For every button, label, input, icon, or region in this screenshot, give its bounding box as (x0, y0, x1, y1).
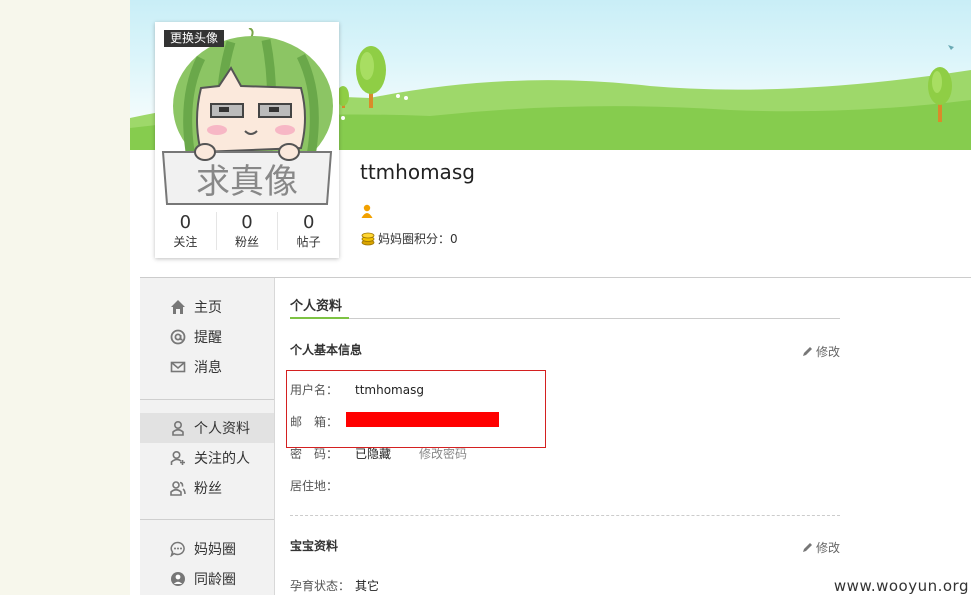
residence-row: 居住地： (290, 477, 355, 494)
residence-label: 居住地： (290, 479, 339, 493)
basic-info-title: 个人基本信息 (290, 343, 363, 357)
at-icon (170, 329, 186, 345)
avatar-card: 求真像 更换头像 0 关注 0 粉丝 0 帖子 (155, 22, 339, 258)
baby-info-title: 宝宝资料 (290, 539, 339, 553)
pencil-icon (802, 347, 812, 356)
sidebar-item-label: 同龄圈 (194, 572, 236, 588)
edit-label: 修改 (815, 345, 840, 359)
pregnancy-row: 孕育状态： 其它 (290, 577, 379, 594)
tab-underline (290, 318, 840, 319)
edit-label: 修改 (815, 541, 840, 555)
points-label: 妈妈圈积分： (378, 232, 451, 246)
person-add-icon (170, 450, 185, 465)
tab-profile[interactable]: 个人资料 (290, 295, 342, 314)
sidebar-item-alerts[interactable]: 提醒 (140, 322, 274, 352)
stat-following-label: 关注 (173, 235, 198, 249)
profile-page: 求真像 更换头像 0 关注 0 粉丝 0 帖子 ttmhomasg 妈妈圈积分：… (130, 0, 971, 595)
person-icon (172, 420, 184, 436)
username-row: 用户名： ttmhomasg (290, 381, 424, 398)
stat-fans-count: 0 (241, 212, 253, 233)
nav-divider (140, 399, 274, 400)
password-row: 密 码： 已隐藏 修改密码 (290, 445, 467, 462)
pregnancy-label: 孕育状态： (290, 579, 351, 593)
username-label: 用户名： (290, 383, 339, 397)
sidebar-item-fans[interactable]: 粉丝 (140, 473, 274, 503)
watermark: www.wooyun.org (833, 577, 969, 595)
watermelon-avatar-image: 求真像 (161, 28, 333, 210)
points-info: 妈妈圈积分： 0 (361, 230, 458, 247)
sidebar-item-home[interactable]: 主页 (140, 292, 274, 322)
password-label: 密 码： (290, 447, 339, 461)
tab-active-indicator (290, 317, 349, 319)
sidebar-item-label: 关注的人 (194, 451, 250, 467)
profile-content: 个人资料 个人基本信息 修改 用户名： ttmhomasg 邮 箱： 密 码： 已隐… (286, 278, 840, 595)
sidebar-item-label: 粉丝 (194, 481, 222, 497)
password-value: 已隐藏 (355, 447, 392, 461)
stat-following-count: 0 (179, 212, 192, 233)
user-stats: 0 关注 0 粉丝 0 帖子 (155, 208, 339, 254)
user-level-icon (361, 203, 373, 222)
change-avatar-button[interactable]: 更换头像 (164, 30, 225, 47)
points-value: 0 (450, 231, 458, 246)
nav-group-main: 主页 提醒 消息 (140, 292, 274, 382)
sidebar-nav: 主页 提醒 消息 个人资料 关注的人 粉丝 妈妈圈 同龄圈 (140, 278, 275, 595)
sign-text: 求真像 (196, 162, 298, 202)
circle-person-icon (171, 572, 185, 586)
pencil-icon (802, 543, 812, 552)
sidebar-item-label: 妈妈圈 (194, 542, 236, 558)
sidebar-item-messages[interactable]: 消息 (140, 352, 274, 382)
nav-group-circles: 妈妈圈 同龄圈 (140, 534, 274, 594)
stat-posts-label: 帖子 (296, 235, 321, 249)
sidebar-item-profile[interactable]: 个人资料 (140, 413, 274, 443)
edit-basic-info-button[interactable]: 修改 (802, 343, 840, 360)
email-redaction-bar (346, 412, 499, 427)
chat-icon (170, 541, 185, 557)
sidebar-item-mama-circle[interactable]: 妈妈圈 (140, 534, 274, 564)
avatar[interactable]: 求真像 更换头像 (161, 28, 333, 210)
stat-fans-label: 粉丝 (235, 235, 260, 249)
mail-icon (170, 361, 186, 373)
change-password-link[interactable]: 修改密码 (419, 447, 467, 461)
coin-icon (361, 232, 375, 245)
home-icon (171, 300, 185, 314)
stat-posts[interactable]: 0 帖子 (278, 212, 339, 250)
username-value: ttmhomasg (355, 383, 424, 397)
edit-baby-info-button[interactable]: 修改 (802, 539, 840, 556)
pregnancy-value: 其它 (355, 579, 380, 593)
sidebar-item-label: 提醒 (194, 330, 222, 346)
stat-fans[interactable]: 0 粉丝 (217, 212, 279, 250)
nav-divider (140, 519, 274, 520)
section-divider (290, 515, 840, 516)
stat-posts-count: 0 (302, 212, 315, 233)
stat-following[interactable]: 0 关注 (155, 212, 217, 250)
sidebar-item-label: 个人资料 (194, 421, 250, 437)
sidebar-item-label: 消息 (194, 360, 222, 376)
sidebar-item-following[interactable]: 关注的人 (140, 443, 274, 473)
nav-group-profile: 个人资料 关注的人 粉丝 (140, 413, 274, 503)
sidebar-item-age-circle[interactable]: 同龄圈 (140, 564, 274, 594)
sidebar-item-label: 主页 (194, 300, 222, 316)
people-icon (170, 481, 186, 496)
username-heading: ttmhomasg (360, 160, 475, 184)
